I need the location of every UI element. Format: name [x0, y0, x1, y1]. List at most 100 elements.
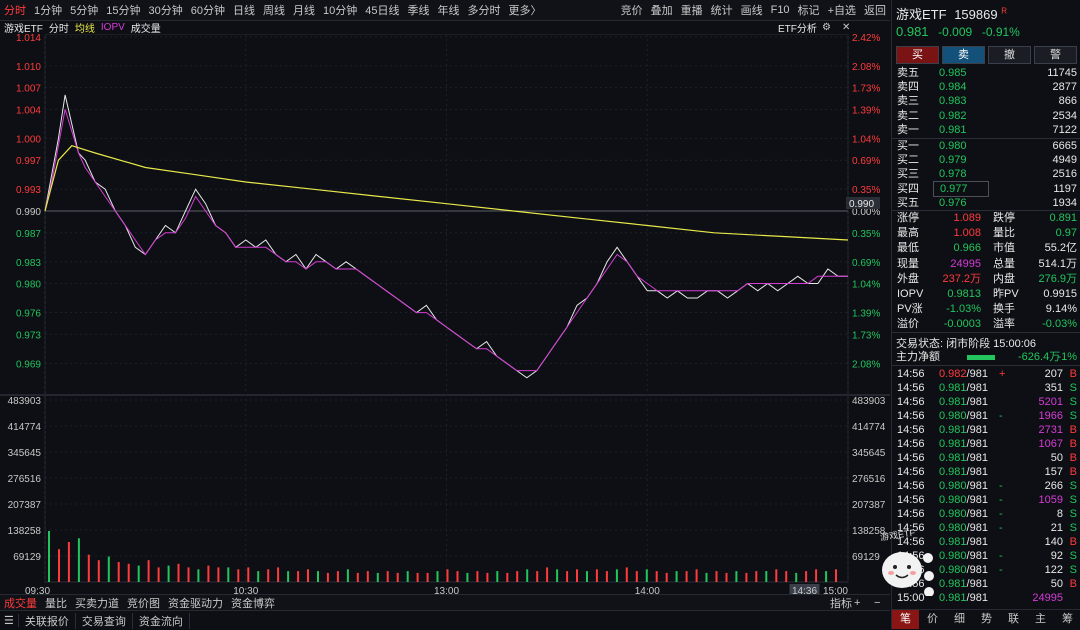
pct-tick-label: 0.35%	[852, 185, 880, 196]
tick-ref: /981	[966, 494, 988, 506]
toolbar-tool[interactable]: 返回	[860, 2, 890, 18]
stat-value: 55.2亿	[1044, 242, 1077, 255]
volume-bar	[615, 569, 618, 582]
indicator-tab[interactable]: 买卖力道	[71, 595, 123, 611]
cancel-button[interactable]: 撤	[988, 46, 1031, 64]
period-tab[interactable]: 1分钟	[30, 2, 66, 18]
volume-bar	[466, 572, 469, 582]
order-book-row[interactable]: 卖二 0.982 2534	[897, 109, 1077, 123]
tick-volume: 207	[1044, 368, 1063, 380]
indicator-tab[interactable]: 资金博弈	[227, 595, 279, 611]
stat-label: 昨PV	[993, 288, 1019, 300]
tick-price-group: 0.981/981	[939, 465, 988, 479]
volume-bar	[456, 571, 459, 582]
stat-value: 276.9万	[1038, 272, 1077, 285]
volume-bar	[147, 560, 150, 582]
tick-side: B	[1069, 438, 1077, 450]
period-tab[interactable]: 日线	[229, 2, 259, 18]
order-book-row[interactable]: 卖五 0.985 11745	[897, 66, 1077, 80]
volume-tick-label: 138258	[8, 526, 42, 537]
plus-icon[interactable]: +	[850, 597, 864, 609]
intraday-chart[interactable]: 1.014 2.42% 1.010 2.08% 1.007 1.73% 1.004 1.39%…	[0, 34, 890, 594]
sidebar-tab[interactable]: 联	[1000, 610, 1027, 629]
bottom-panel-tabs: ☰ 关联报价 交易查询 资金流向	[0, 610, 890, 630]
tick-ref: /981	[966, 424, 988, 436]
alert-button[interactable]: 警	[1034, 46, 1077, 64]
period-tab[interactable]: 年线	[434, 2, 464, 18]
indicator-tab[interactable]: 量比	[41, 595, 71, 611]
period-tab[interactable]: 15分钟	[102, 2, 144, 18]
pct-tick-label: 1.04%	[852, 280, 880, 291]
toolbar-tool[interactable]: +自选	[824, 2, 860, 18]
volume-bar	[117, 562, 120, 582]
level-price: 0.980	[939, 140, 967, 152]
indicator-tab[interactable]: 资金驱动力	[164, 595, 227, 611]
indicator-tab[interactable]: 成交量	[0, 595, 41, 611]
tick-price-group: 0.980/981	[939, 563, 988, 577]
stat-row: 涨停 1.089 跌停 0.891	[897, 211, 1077, 226]
volume-bar	[287, 571, 290, 582]
period-tab[interactable]: 60分钟	[187, 2, 229, 18]
toolbar-tool[interactable]: 竞价	[617, 2, 647, 18]
toolbar-tool[interactable]: F10	[767, 4, 794, 16]
volume-bar	[695, 569, 698, 582]
order-book-row[interactable]: 买一 0.980 6665	[897, 139, 1077, 153]
bottom-panel-tab[interactable]: 交易查询	[76, 612, 133, 629]
volume-bar	[446, 569, 449, 582]
toolbar-tool[interactable]: 统计	[707, 2, 737, 18]
period-tab[interactable]: 月线	[289, 2, 319, 18]
period-tab[interactable]: 30分钟	[145, 2, 187, 18]
minus-icon[interactable]: −	[870, 597, 884, 609]
tick-price: 0.981	[939, 382, 967, 394]
indicator-tab[interactable]: 竞价图	[123, 595, 164, 611]
stat-value: 0.97	[1055, 227, 1077, 240]
close-icon[interactable]: ✕	[842, 22, 850, 33]
bottom-panel-tab[interactable]: 资金流向	[133, 612, 190, 629]
grid-icon[interactable]: ☰	[0, 614, 19, 627]
sidebar-tab[interactable]: 价	[919, 610, 946, 629]
stat-value: 24995	[950, 257, 981, 270]
order-book-row[interactable]: 卖一 0.981 7122	[897, 123, 1077, 137]
volume-bar	[665, 572, 668, 582]
toolbar-tool[interactable]: 重播	[677, 2, 707, 18]
sell-button[interactable]: 卖	[942, 46, 985, 64]
pct-tick-label: 2.42%	[852, 34, 880, 44]
buy-button[interactable]: 买	[896, 46, 939, 64]
toolbar-tool[interactable]: 叠加	[647, 2, 677, 18]
sidebar-tab[interactable]: 筹	[1054, 610, 1080, 629]
level-volume: 2516	[1052, 168, 1077, 181]
tick-time: 14:56	[897, 396, 925, 408]
sidebar-tab[interactable]: 主	[1027, 610, 1054, 629]
period-tab[interactable]: 45日线	[361, 2, 403, 18]
bottom-panel-tab[interactable]: 关联报价	[19, 612, 76, 629]
gear-icon[interactable]: ⚙	[822, 22, 831, 33]
etf-analysis-button[interactable]: ETF分析	[778, 20, 817, 35]
tick-price: 0.981	[939, 592, 967, 604]
stat-row: 现量 24995 总量 514.1万	[897, 257, 1077, 272]
order-book-row[interactable]: 卖四 0.984 2877	[897, 80, 1077, 94]
period-tab[interactable]: 季线	[404, 2, 434, 18]
period-tab[interactable]: 分时	[0, 2, 30, 18]
stat-row: IOPV 0.9813 昨PV 0.9915	[897, 287, 1077, 302]
order-book-row[interactable]: 买三 0.978 2516	[897, 167, 1077, 181]
period-tab[interactable]: 周线	[259, 2, 289, 18]
order-book-row[interactable]: 买二 0.979 4949	[897, 153, 1077, 167]
tick-price-group: 0.980/981	[939, 479, 988, 493]
price-tick-label: 0.997	[16, 156, 41, 167]
order-book-row[interactable]: 买五 0.976 1934	[897, 196, 1077, 210]
volume-bar	[745, 572, 748, 582]
period-tab[interactable]: 10分钟	[319, 2, 361, 18]
tick-side: B	[1069, 368, 1077, 380]
toolbar-tool[interactable]: 标记	[794, 2, 824, 18]
period-tab[interactable]: 多分时	[464, 2, 505, 18]
sidebar-tab[interactable]: 笔	[892, 610, 919, 629]
sidebar-tab[interactable]: 势	[973, 610, 1000, 629]
sidebar-tab[interactable]: 细	[946, 610, 973, 629]
period-tab[interactable]: 更多〉	[505, 2, 546, 18]
period-tab[interactable]: 5分钟	[66, 2, 102, 18]
order-book-row[interactable]: 卖三 0.983 866	[897, 94, 1077, 108]
order-book-row[interactable]: 买四 0.977 1197	[897, 180, 1077, 197]
sidebar-bottom-tabs: 笔价细势联主筹	[892, 609, 1080, 629]
security-header: 游戏ETF 159869 R	[896, 4, 1007, 23]
toolbar-tool[interactable]: 画线	[737, 2, 767, 18]
